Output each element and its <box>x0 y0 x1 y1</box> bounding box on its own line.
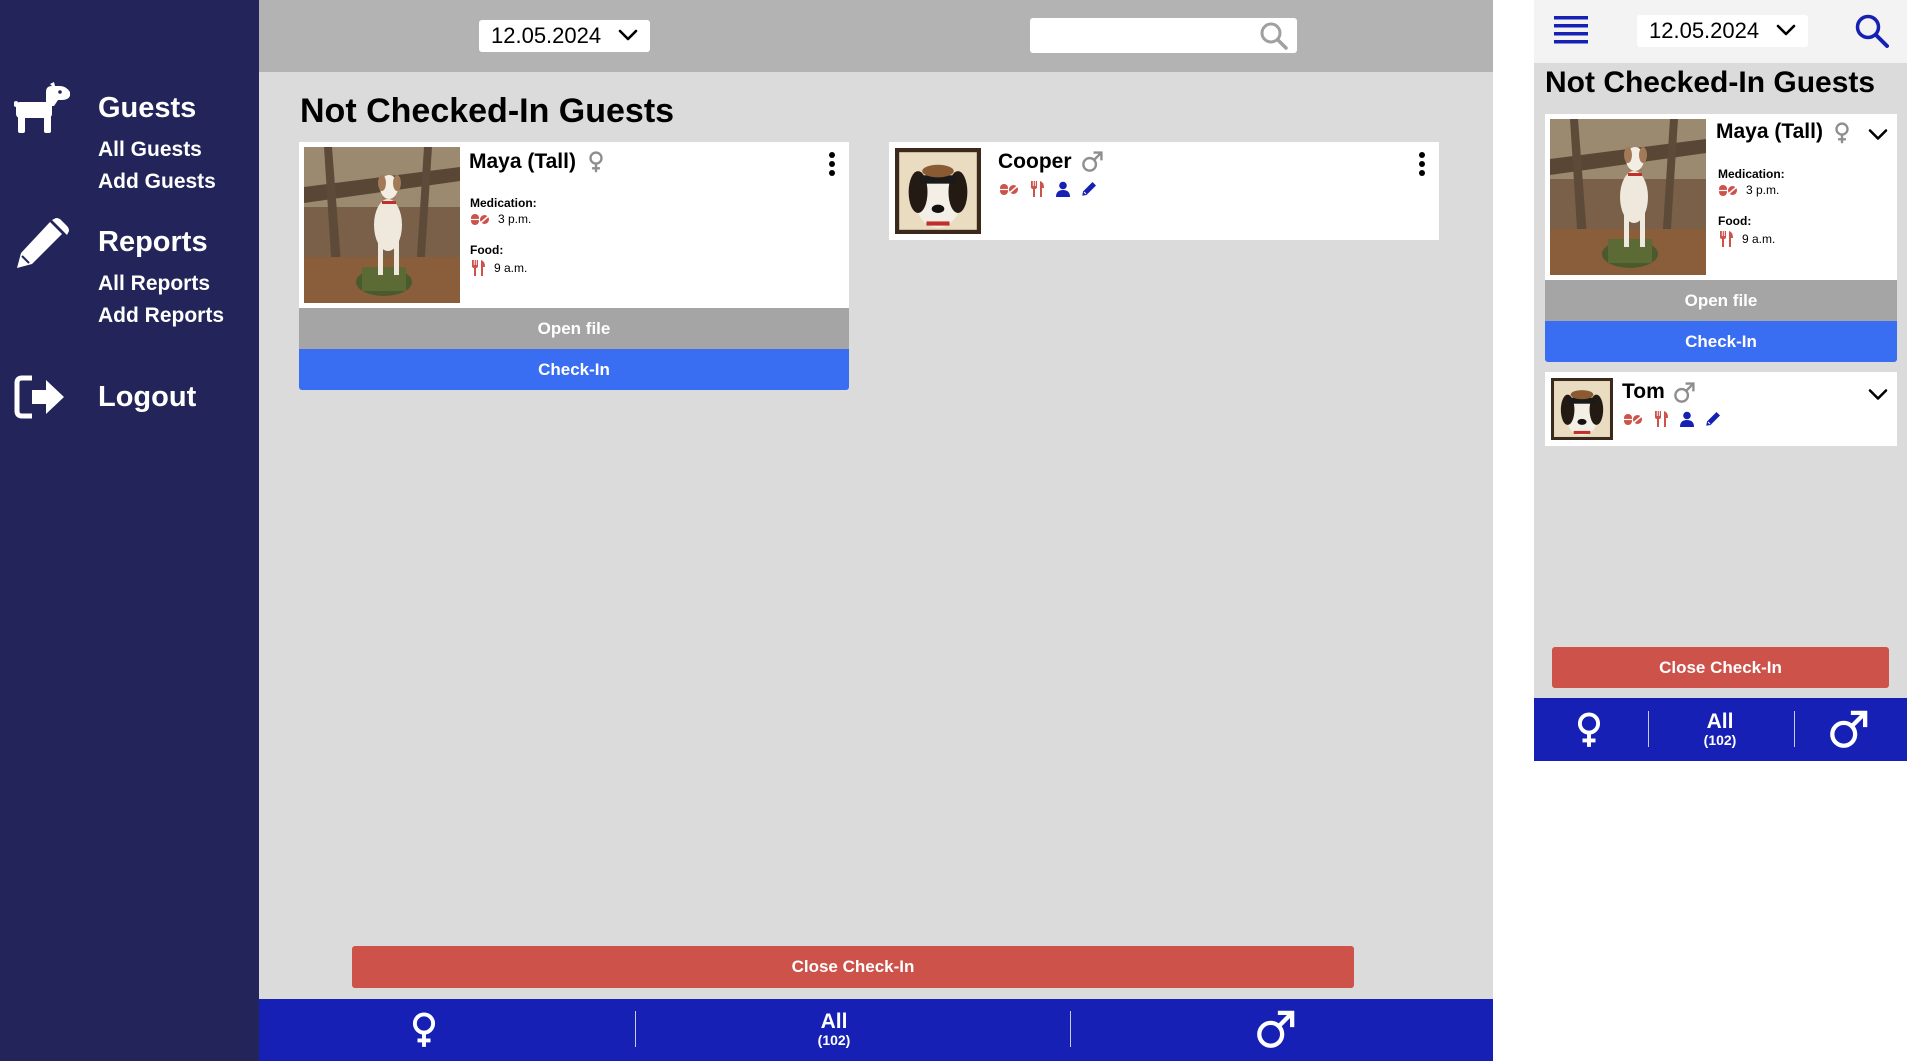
nav-guests[interactable]: Guests <box>98 92 196 125</box>
search-icon[interactable] <box>1854 13 1890 49</box>
medication-time: 3 p.m. <box>1746 183 1780 197</box>
food-label: Food: <box>1718 214 1752 228</box>
female-icon <box>1576 710 1602 750</box>
top-bar: 12.05.2024 <box>259 0 1493 72</box>
date-value: 12.05.2024 <box>1649 18 1760 43</box>
medication-label: Medication: <box>1718 167 1785 181</box>
gender-filter-bar: All (102) <box>259 999 1493 1061</box>
guest-photo[interactable] <box>895 148 981 234</box>
filter-all-count: (102) <box>817 1032 851 1049</box>
pills-icon <box>470 212 490 226</box>
food-time: 9 a.m. <box>494 261 528 275</box>
guest-photo[interactable] <box>304 147 460 303</box>
food-line: 9 a.m. <box>470 259 527 277</box>
filter-all-label: All <box>1706 709 1734 733</box>
food-label: Food: <box>470 243 504 257</box>
chevron-down-icon <box>1776 23 1796 37</box>
pencil-icon <box>1705 411 1721 427</box>
male-icon <box>1828 710 1868 750</box>
guest-card-tom[interactable]: Tom <box>1545 372 1897 446</box>
filter-all[interactable]: All (102) <box>1685 698 1755 761</box>
male-icon <box>1081 151 1103 173</box>
nav-logout[interactable]: Logout <box>98 381 196 414</box>
filter-all-label: All <box>820 1010 848 1034</box>
female-icon <box>411 1010 437 1050</box>
check-in-button[interactable]: Check-In <box>1545 321 1897 362</box>
divider <box>1648 711 1649 747</box>
guest-photo[interactable] <box>1550 119 1706 275</box>
person-icon <box>1055 181 1071 197</box>
mobile-preview: 12.05.2024 Not Checked-In Guests Maya (T… <box>1534 0 1907 761</box>
more-menu-button[interactable] <box>825 152 839 182</box>
hamburger-menu-icon[interactable] <box>1554 14 1588 46</box>
date-select[interactable]: 12.05.2024 <box>479 20 650 52</box>
close-check-in-button[interactable]: Close Check-In <box>1552 647 1889 688</box>
nav-all-guests[interactable]: All Guests <box>98 138 202 162</box>
filter-all[interactable]: All (102) <box>769 999 899 1061</box>
filter-male[interactable] <box>1210 999 1340 1061</box>
date-select[interactable]: 12.05.2024 <box>1637 15 1808 47</box>
guest-icons <box>999 180 1097 198</box>
more-menu-button[interactable] <box>1415 152 1429 182</box>
pencil-icon[interactable] <box>12 216 70 274</box>
divider <box>635 1011 636 1047</box>
chevron-down-icon <box>618 28 638 42</box>
guest-name[interactable]: Maya (Tall) <box>1716 120 1823 144</box>
person-icon <box>1679 411 1695 427</box>
divider <box>1794 711 1795 747</box>
date-value: 12.05.2024 <box>491 23 602 48</box>
cutlery-icon <box>470 259 486 277</box>
sidebar: Guests All Guests Add Guests Reports All… <box>0 0 259 1061</box>
open-file-button[interactable]: Open file <box>1545 280 1897 321</box>
nav-add-reports[interactable]: Add Reports <box>98 304 224 328</box>
dog-icon[interactable] <box>12 80 70 138</box>
chevron-down-icon[interactable] <box>1868 128 1888 141</box>
logout-icon[interactable] <box>14 374 66 420</box>
gender-filter-bar: All (102) <box>1534 698 1907 761</box>
pills-icon <box>999 182 1019 196</box>
divider <box>1070 1011 1071 1047</box>
mobile-top-bar: 12.05.2024 <box>1534 0 1907 63</box>
search-input[interactable] <box>1030 18 1297 53</box>
male-icon <box>1255 1010 1295 1050</box>
guest-icons <box>1623 410 1721 428</box>
food-time: 9 a.m. <box>1742 232 1776 246</box>
main-area: 12.05.2024 Not Checked-In Guests Maya (T… <box>259 0 1493 1061</box>
page-title: Not Checked-In Guests <box>300 92 675 130</box>
guest-card-maya[interactable]: Maya (Tall) Medication: 3 p.m. Food: 9 a… <box>1545 114 1897 280</box>
page-title: Not Checked-In Guests <box>1545 66 1876 99</box>
guest-name[interactable]: Cooper <box>998 150 1072 174</box>
search-icon[interactable] <box>1259 21 1289 51</box>
guest-name[interactable]: Maya (Tall) <box>469 150 576 174</box>
nav-add-guests[interactable]: Add Guests <box>98 170 216 194</box>
pills-icon <box>1718 183 1738 197</box>
filter-male[interactable] <box>1813 698 1883 761</box>
medication-line: 3 p.m. <box>470 212 531 226</box>
pills-icon <box>1623 412 1643 426</box>
guest-card-cooper[interactable]: Cooper <box>889 142 1439 240</box>
male-icon <box>1673 382 1695 404</box>
chevron-down-icon[interactable] <box>1868 388 1888 401</box>
guest-photo[interactable] <box>1551 378 1613 440</box>
female-icon <box>1834 122 1850 144</box>
filter-female[interactable] <box>359 999 489 1061</box>
cutlery-icon <box>1029 180 1045 198</box>
filter-female[interactable] <box>1554 698 1624 761</box>
medication-label: Medication: <box>470 196 537 210</box>
medication-time: 3 p.m. <box>498 212 532 226</box>
pencil-icon <box>1081 181 1097 197</box>
food-line: 9 a.m. <box>1718 230 1775 248</box>
medication-line: 3 p.m. <box>1718 183 1779 197</box>
filter-all-count: (102) <box>1703 731 1737 748</box>
check-in-button[interactable]: Check-In <box>299 349 849 390</box>
open-file-button[interactable]: Open file <box>299 308 849 349</box>
cutlery-icon <box>1653 410 1669 428</box>
guest-name[interactable]: Tom <box>1622 380 1665 404</box>
close-check-in-button[interactable]: Close Check-In <box>352 946 1354 988</box>
cutlery-icon <box>1718 230 1734 248</box>
nav-reports[interactable]: Reports <box>98 226 208 259</box>
guest-card-maya[interactable]: Maya (Tall) Medication: 3 p.m. Food: 9 a… <box>299 142 849 308</box>
female-icon <box>588 151 604 173</box>
nav-all-reports[interactable]: All Reports <box>98 272 210 296</box>
